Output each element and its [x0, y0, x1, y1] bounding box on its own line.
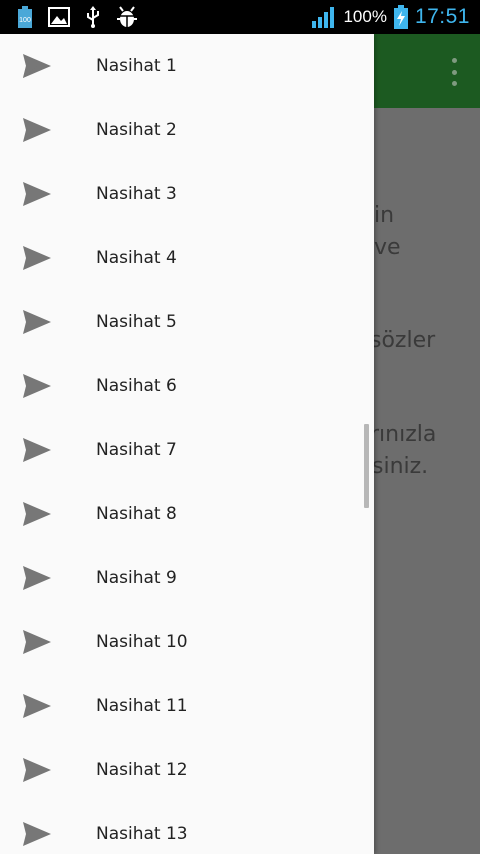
drawer-item-nasihat-11[interactable]: Nasihat 11: [0, 674, 374, 738]
status-bar: 100 100% 17:51: [0, 0, 480, 34]
send-icon: [23, 630, 51, 654]
drawer-item-label: Nasihat 3: [96, 184, 177, 204]
content-text-fragment: sözler: [370, 328, 436, 353]
drawer-item-nasihat-9[interactable]: Nasihat 9: [0, 546, 374, 610]
signal-icon: [311, 6, 337, 28]
overflow-menu-icon[interactable]: [450, 58, 458, 86]
drawer-item-label: Nasihat 11: [96, 696, 188, 716]
drawer-item-label: Nasihat 10: [96, 632, 188, 652]
drawer-item-label: Nasihat 7: [96, 440, 177, 460]
drawer-item-nasihat-13[interactable]: Nasihat 13: [0, 802, 374, 854]
battery-charging-icon: [393, 5, 409, 29]
battery-percent: 100%: [343, 7, 387, 26]
android-debug-icon: [116, 6, 138, 28]
drawer-item-nasihat-4[interactable]: Nasihat 4: [0, 226, 374, 290]
send-icon: [23, 310, 51, 334]
svg-text:100: 100: [19, 17, 31, 24]
send-icon: [23, 438, 51, 462]
drawer-item-label: Nasihat 13: [96, 824, 188, 844]
send-icon: [23, 246, 51, 270]
drawer-item-label: Nasihat 4: [96, 248, 177, 268]
drawer-item-nasihat-10[interactable]: Nasihat 10: [0, 610, 374, 674]
battery-100-icon: 100: [14, 6, 36, 28]
status-bar-system: 100% 17:51: [311, 5, 480, 29]
drawer-item-nasihat-6[interactable]: Nasihat 6: [0, 354, 374, 418]
content-text-fragment: ve: [374, 235, 401, 260]
content-text-fragment: rınızla: [370, 422, 437, 447]
send-icon: [23, 374, 51, 398]
drawer-item-nasihat-8[interactable]: Nasihat 8: [0, 482, 374, 546]
drawer-item-label: Nasihat 1: [96, 56, 177, 76]
drawer-item-nasihat-1[interactable]: Nasihat 1: [0, 34, 374, 98]
drawer-item-nasihat-3[interactable]: Nasihat 3: [0, 162, 374, 226]
drawer-item-label: Nasihat 8: [96, 504, 177, 524]
image-icon: [48, 6, 70, 28]
drawer-item-label: Nasihat 5: [96, 312, 177, 332]
send-icon: [23, 182, 51, 206]
drawer-item-nasihat-5[interactable]: Nasihat 5: [0, 290, 374, 354]
drawer-item-nasihat-12[interactable]: Nasihat 12: [0, 738, 374, 802]
navigation-drawer: Nasihat 1 Nasihat 2 Nasihat 3 Nasihat 4 …: [0, 34, 374, 854]
send-icon: [23, 694, 51, 718]
content-text-fragment: siniz.: [372, 454, 429, 479]
drawer-item-label: Nasihat 2: [96, 120, 177, 140]
content-text-fragment: in: [374, 203, 395, 228]
send-icon: [23, 502, 51, 526]
send-icon: [23, 54, 51, 78]
drawer-item-nasihat-2[interactable]: Nasihat 2: [0, 98, 374, 162]
send-icon: [23, 822, 51, 846]
send-icon: [23, 758, 51, 782]
drawer-scrollbar[interactable]: [364, 424, 369, 508]
drawer-item-nasihat-7[interactable]: Nasihat 7: [0, 418, 374, 482]
clock: 17:51: [414, 5, 470, 28]
drawer-item-label: Nasihat 12: [96, 760, 188, 780]
send-icon: [23, 118, 51, 142]
usb-icon: [82, 6, 104, 28]
drawer-item-label: Nasihat 6: [96, 376, 177, 396]
status-bar-notifications: 100: [0, 6, 138, 28]
drawer-item-label: Nasihat 9: [96, 568, 177, 588]
send-icon: [23, 566, 51, 590]
